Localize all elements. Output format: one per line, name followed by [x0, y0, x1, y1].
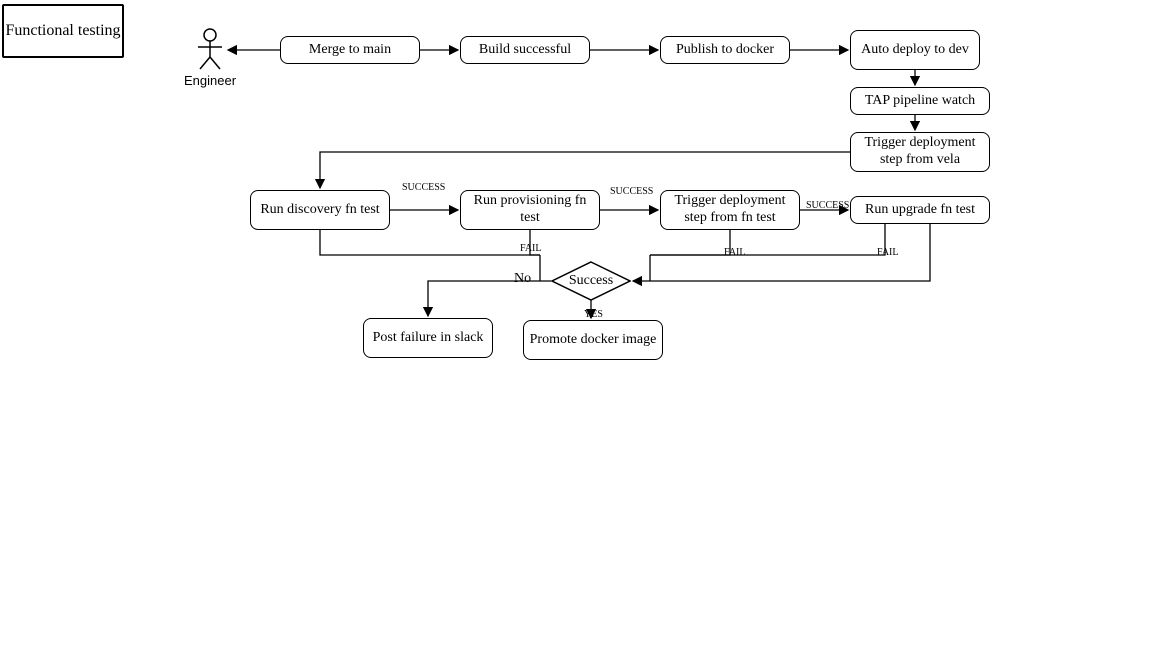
- actor-engineer: Engineer: [184, 27, 236, 88]
- node-merge: Merge to main: [280, 36, 420, 64]
- node-trigger-fn-label: Trigger deployment step from fn test: [665, 193, 795, 227]
- label-no: No: [514, 271, 531, 287]
- node-publish: Publish to docker: [660, 36, 790, 64]
- node-discovery: Run discovery fn test: [250, 190, 390, 230]
- label-yes: YES: [584, 309, 603, 320]
- diagram-title: Functional testing: [2, 4, 124, 58]
- node-trigger-fn: Trigger deployment step from fn test: [660, 190, 800, 230]
- node-provisioning-label: Run provisioning fn test: [465, 193, 595, 227]
- node-autodeploy-label: Auto deploy to dev: [861, 42, 969, 59]
- node-autodeploy: Auto deploy to dev: [850, 30, 980, 70]
- node-trigger-vela-label: Trigger deployment step from vela: [855, 135, 985, 169]
- node-post-failure: Post failure in slack: [363, 318, 493, 358]
- node-tapwatch: TAP pipeline watch: [850, 87, 990, 115]
- diagram-title-text: Functional testing: [5, 21, 120, 40]
- node-success-label: Success: [569, 273, 613, 289]
- node-tapwatch-label: TAP pipeline watch: [865, 93, 975, 110]
- node-publish-label: Publish to docker: [676, 42, 774, 59]
- label-fail-2: FAIL: [724, 247, 745, 258]
- actor-label: Engineer: [184, 73, 236, 88]
- node-success-decision: Success: [551, 261, 631, 301]
- label-success-3: SUCCESS: [806, 200, 849, 211]
- node-provisioning: Run provisioning fn test: [460, 190, 600, 230]
- label-success-1: SUCCESS: [402, 182, 445, 193]
- label-fail-1: FAIL: [520, 243, 541, 254]
- node-promote-label: Promote docker image: [530, 332, 657, 349]
- stick-figure-icon: [190, 27, 230, 71]
- node-build: Build successful: [460, 36, 590, 64]
- node-build-label: Build successful: [479, 42, 571, 59]
- label-fail-3: FAIL: [877, 247, 898, 258]
- node-merge-label: Merge to main: [309, 42, 391, 59]
- node-upgrade-label: Run upgrade fn test: [865, 202, 975, 219]
- node-promote: Promote docker image: [523, 320, 663, 360]
- node-upgrade: Run upgrade fn test: [850, 196, 990, 224]
- node-post-failure-label: Post failure in slack: [373, 330, 484, 347]
- node-trigger-vela: Trigger deployment step from vela: [850, 132, 990, 172]
- node-discovery-label: Run discovery fn test: [260, 202, 379, 219]
- label-success-2: SUCCESS: [610, 186, 653, 197]
